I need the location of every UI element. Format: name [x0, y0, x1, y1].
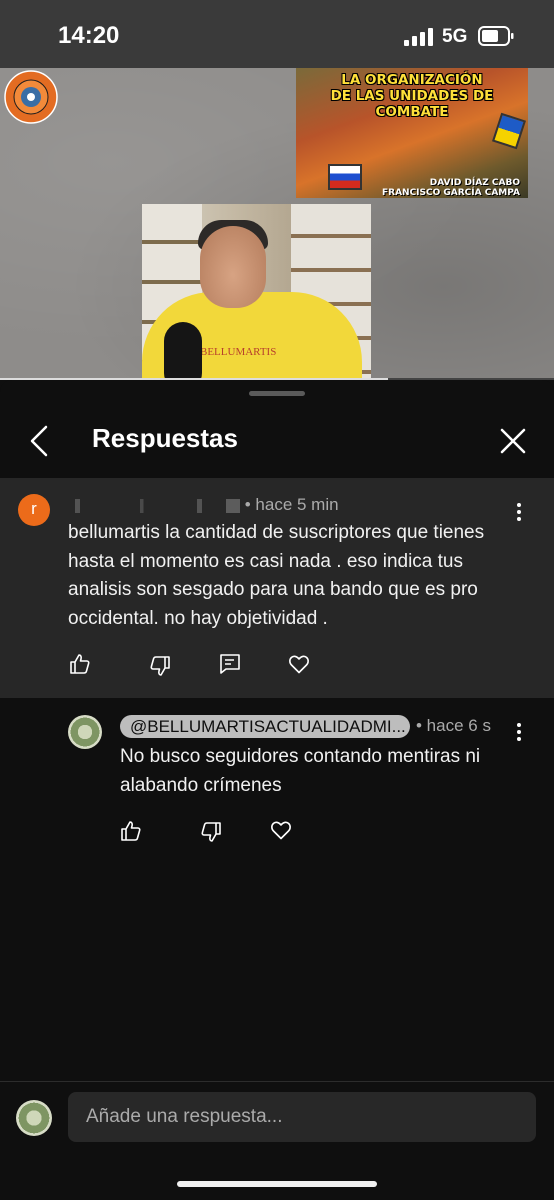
thumbnail-title-line2: DE LAS UNIDADES DE COMBATE	[330, 88, 494, 120]
russia-flag-icon	[328, 164, 362, 190]
close-icon[interactable]	[498, 426, 528, 456]
thumbnail-title: LA ORGANIZACIÓN DE LAS UNIDADES DE COMBA…	[296, 72, 528, 120]
network-label: 5G	[442, 26, 468, 47]
reply-input[interactable]	[68, 1092, 536, 1142]
back-icon[interactable]	[26, 424, 56, 458]
video-thumbnail-card: LA ORGANIZACIÓN DE LAS UNIDADES DE COMBA…	[296, 68, 528, 198]
status-time: 14:20	[58, 22, 120, 49]
signal-icon	[404, 28, 433, 46]
reply-author-avatar[interactable]	[68, 715, 102, 749]
dislike-icon[interactable]	[199, 820, 223, 844]
dislike-icon[interactable]	[148, 654, 172, 678]
shirt-text: BELLUMARTIS	[200, 346, 277, 358]
channel-logo	[4, 70, 58, 124]
reply-author-chip[interactable]: @BELLUMARTISACTUALIDADMI...	[120, 715, 410, 738]
reply-icon[interactable]	[218, 652, 242, 676]
heart-icon[interactable]	[269, 818, 293, 842]
comment-meta: • hace 5 min	[68, 495, 339, 515]
thumbnail-title-line1: LA ORGANIZACIÓN	[341, 72, 483, 88]
comment-author-avatar[interactable]: r	[18, 494, 50, 526]
thumbnail-author-2: FRANCISCO GARCÍA CAMPA	[382, 188, 520, 198]
comment-text: bellumartis la cantidad de suscriptores …	[68, 522, 485, 629]
more-vert-icon[interactable]	[516, 722, 522, 742]
comment-author-name-redacted[interactable]	[68, 498, 240, 513]
drag-handle[interactable]	[249, 391, 305, 396]
panel-title: Respuestas	[92, 423, 238, 453]
bottom-divider	[0, 1081, 554, 1082]
heart-icon[interactable]	[287, 652, 311, 676]
microphone	[164, 322, 202, 380]
webcam-feed: BELLUMARTIS	[142, 204, 371, 380]
reply-text: No busco seguidores contando mentiras ni…	[120, 746, 481, 796]
current-user-avatar	[16, 1100, 52, 1136]
comment-time: • hace 5 min	[244, 495, 339, 514]
presenter-head	[200, 226, 266, 308]
thumbnail-author-1: DAVID DÍAZ CABO	[429, 178, 520, 188]
more-vert-icon[interactable]	[516, 502, 522, 522]
thumbnail-authors: DAVID DÍAZ CABO FRANCISCO GARCÍA CAMPA	[382, 178, 520, 198]
battery-icon	[478, 26, 514, 46]
status-bar: 14:20 5G	[0, 0, 554, 68]
video-player[interactable]: LA ORGANIZACIÓN DE LAS UNIDADES DE COMBA…	[0, 68, 554, 380]
like-icon[interactable]	[119, 819, 143, 843]
like-icon[interactable]	[68, 652, 92, 676]
reply-time: • hace 6 s	[416, 716, 491, 735]
home-indicator[interactable]	[177, 1181, 377, 1187]
